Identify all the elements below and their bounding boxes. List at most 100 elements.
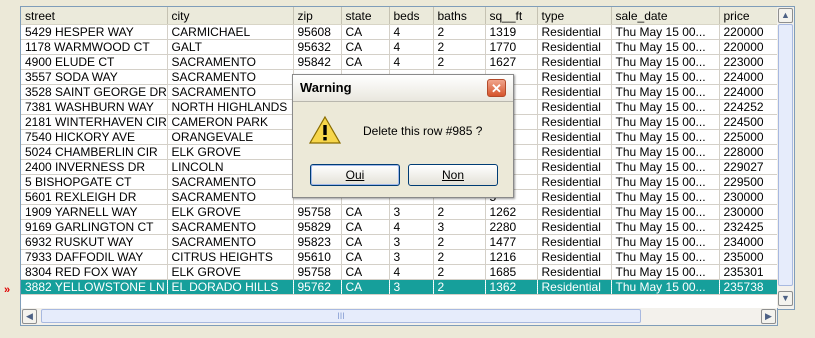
table-cell[interactable]: 95823 — [293, 234, 342, 250]
table-cell[interactable]: 3 — [389, 279, 434, 295]
column-header[interactable]: type — [537, 7, 612, 25]
table-cell[interactable]: Thu May 15 00... — [611, 219, 720, 235]
table-cell[interactable]: 230000 — [719, 189, 777, 205]
table-cell[interactable]: SACRAMENTO — [167, 69, 294, 85]
column-header[interactable]: street — [21, 7, 168, 25]
scroll-left-button[interactable]: ◀ — [22, 309, 37, 324]
table-cell[interactable]: 3882 YELLOWSTONE LN — [21, 279, 168, 295]
table-cell[interactable]: 3 — [389, 234, 434, 250]
table-cell[interactable]: Residential — [537, 24, 612, 40]
table-cell[interactable]: 4 — [389, 219, 434, 235]
table-cell[interactable]: 95632 — [293, 39, 342, 55]
table-cell[interactable]: 220000 — [719, 24, 777, 40]
table-cell[interactable]: 220000 — [719, 39, 777, 55]
table-cell[interactable]: Thu May 15 00... — [611, 279, 720, 295]
table-cell[interactable]: 2 — [433, 249, 486, 265]
vertical-scroll-thumb[interactable] — [778, 24, 793, 286]
table-cell[interactable]: CA — [341, 219, 390, 235]
table-cell[interactable]: 5 BISHOPGATE CT — [21, 174, 168, 190]
table-cell[interactable]: 232425 — [719, 219, 777, 235]
table-cell[interactable]: Thu May 15 00... — [611, 189, 720, 205]
table-cell[interactable]: 229500 — [719, 174, 777, 190]
table-cell[interactable]: Thu May 15 00... — [611, 264, 720, 280]
table-cell[interactable]: CA — [341, 39, 390, 55]
table-cell[interactable]: 230000 — [719, 204, 777, 220]
table-cell[interactable]: 1262 — [485, 204, 538, 220]
table-cell[interactable]: 4 — [389, 24, 434, 40]
table-cell[interactable]: 4 — [389, 39, 434, 55]
table-cell[interactable]: Thu May 15 00... — [611, 114, 720, 130]
vertical-scrollbar[interactable]: ▲ ▼ — [777, 6, 795, 310]
table-cell[interactable]: ELK GROVE — [167, 204, 294, 220]
table-cell[interactable]: CAMERON PARK — [167, 114, 294, 130]
table-row[interactable]: 6932 RUSKUT WAY SACRAMENTO 95823 CA 3 2 1477 Re… — [21, 234, 777, 250]
column-header[interactable]: zip — [293, 7, 342, 25]
scroll-down-button[interactable]: ▼ — [778, 291, 793, 306]
table-cell[interactable]: SACRAMENTO — [167, 234, 294, 250]
table-cell[interactable]: 224252 — [719, 99, 777, 115]
table-cell[interactable]: SACRAMENTO — [167, 54, 294, 70]
table-row[interactable]: 3882 YELLOWSTONE LN EL DORADO HILLS 95762 C… — [21, 279, 777, 295]
table-cell[interactable]: Thu May 15 00... — [611, 234, 720, 250]
table-cell[interactable]: 235000 — [719, 249, 777, 265]
table-cell[interactable]: Thu May 15 00... — [611, 39, 720, 55]
table-cell[interactable]: CA — [341, 204, 390, 220]
table-cell[interactable]: 3 — [389, 204, 434, 220]
table-cell[interactable]: Thu May 15 00... — [611, 129, 720, 145]
table-cell[interactable]: 95758 — [293, 204, 342, 220]
table-cell[interactable]: 1178 WARMWOOD CT — [21, 39, 168, 55]
table-cell[interactable]: Residential — [537, 69, 612, 85]
table-cell[interactable]: Residential — [537, 264, 612, 280]
table-cell[interactable]: ORANGEVALE — [167, 129, 294, 145]
table-cell[interactable]: ELK GROVE — [167, 144, 294, 160]
table-cell[interactable]: CA — [341, 234, 390, 250]
table-cell[interactable]: 2 — [433, 54, 486, 70]
table-row[interactable]: 9169 GARLINGTON CT SACRAMENTO 95829 CA 4 3 228… — [21, 219, 777, 235]
table-cell[interactable]: Residential — [537, 234, 612, 250]
table-cell[interactable]: Residential — [537, 159, 612, 175]
table-cell[interactable]: 2400 INVERNESS DR — [21, 159, 168, 175]
table-cell[interactable]: CARMICHAEL — [167, 24, 294, 40]
column-header[interactable]: sale_date — [611, 7, 720, 25]
table-cell[interactable]: 224000 — [719, 69, 777, 85]
table-row[interactable]: 5429 HESPER WAY CARMICHAEL 95608 CA 4 2 1319 Re… — [21, 24, 777, 40]
table-cell[interactable]: 95608 — [293, 24, 342, 40]
table-cell[interactable]: 95842 — [293, 54, 342, 70]
table-cell[interactable]: Thu May 15 00... — [611, 69, 720, 85]
table-cell[interactable]: Residential — [537, 54, 612, 70]
table-cell[interactable]: 1477 — [485, 234, 538, 250]
table-cell[interactable]: Thu May 15 00... — [611, 99, 720, 115]
table-cell[interactable]: Residential — [537, 144, 612, 160]
table-cell[interactable]: Residential — [537, 189, 612, 205]
table-cell[interactable]: 2 — [433, 24, 486, 40]
table-cell[interactable]: 95758 — [293, 264, 342, 280]
table-cell[interactable]: Residential — [537, 279, 612, 295]
table-cell[interactable]: 1770 — [485, 39, 538, 55]
table-cell[interactable]: 2 — [433, 264, 486, 280]
table-cell[interactable]: Thu May 15 00... — [611, 159, 720, 175]
table-cell[interactable]: 1627 — [485, 54, 538, 70]
table-cell[interactable]: Thu May 15 00... — [611, 174, 720, 190]
table-cell[interactable]: 3 — [433, 219, 486, 235]
table-cell[interactable]: 1362 — [485, 279, 538, 295]
table-cell[interactable]: Residential — [537, 129, 612, 145]
table-cell[interactable]: Residential — [537, 249, 612, 265]
table-cell[interactable]: CITRUS HEIGHTS — [167, 249, 294, 265]
table-cell[interactable]: Residential — [537, 99, 612, 115]
table-cell[interactable]: LINCOLN — [167, 159, 294, 175]
table-cell[interactable]: 3557 SODA WAY — [21, 69, 168, 85]
table-cell[interactable]: 5024 CHAMBERLIN CIR — [21, 144, 168, 160]
table-cell[interactable]: 2 — [433, 39, 486, 55]
horizontal-scrollbar[interactable]: ◀ III ▶ — [20, 308, 778, 326]
table-cell[interactable]: CA — [341, 54, 390, 70]
table-cell[interactable]: 95829 — [293, 219, 342, 235]
table-cell[interactable]: 235301 — [719, 264, 777, 280]
table-cell[interactable]: 6932 RUSKUT WAY — [21, 234, 168, 250]
table-cell[interactable]: SACRAMENTO — [167, 174, 294, 190]
table-cell[interactable]: Thu May 15 00... — [611, 54, 720, 70]
table-cell[interactable]: 223000 — [719, 54, 777, 70]
close-icon[interactable]: ✕ — [487, 79, 506, 97]
column-header[interactable]: city — [167, 7, 294, 25]
table-row[interactable]: 4900 ELUDE CT SACRAMENTO 95842 CA 4 2 1627 Resi… — [21, 54, 777, 70]
table-cell[interactable]: Residential — [537, 39, 612, 55]
